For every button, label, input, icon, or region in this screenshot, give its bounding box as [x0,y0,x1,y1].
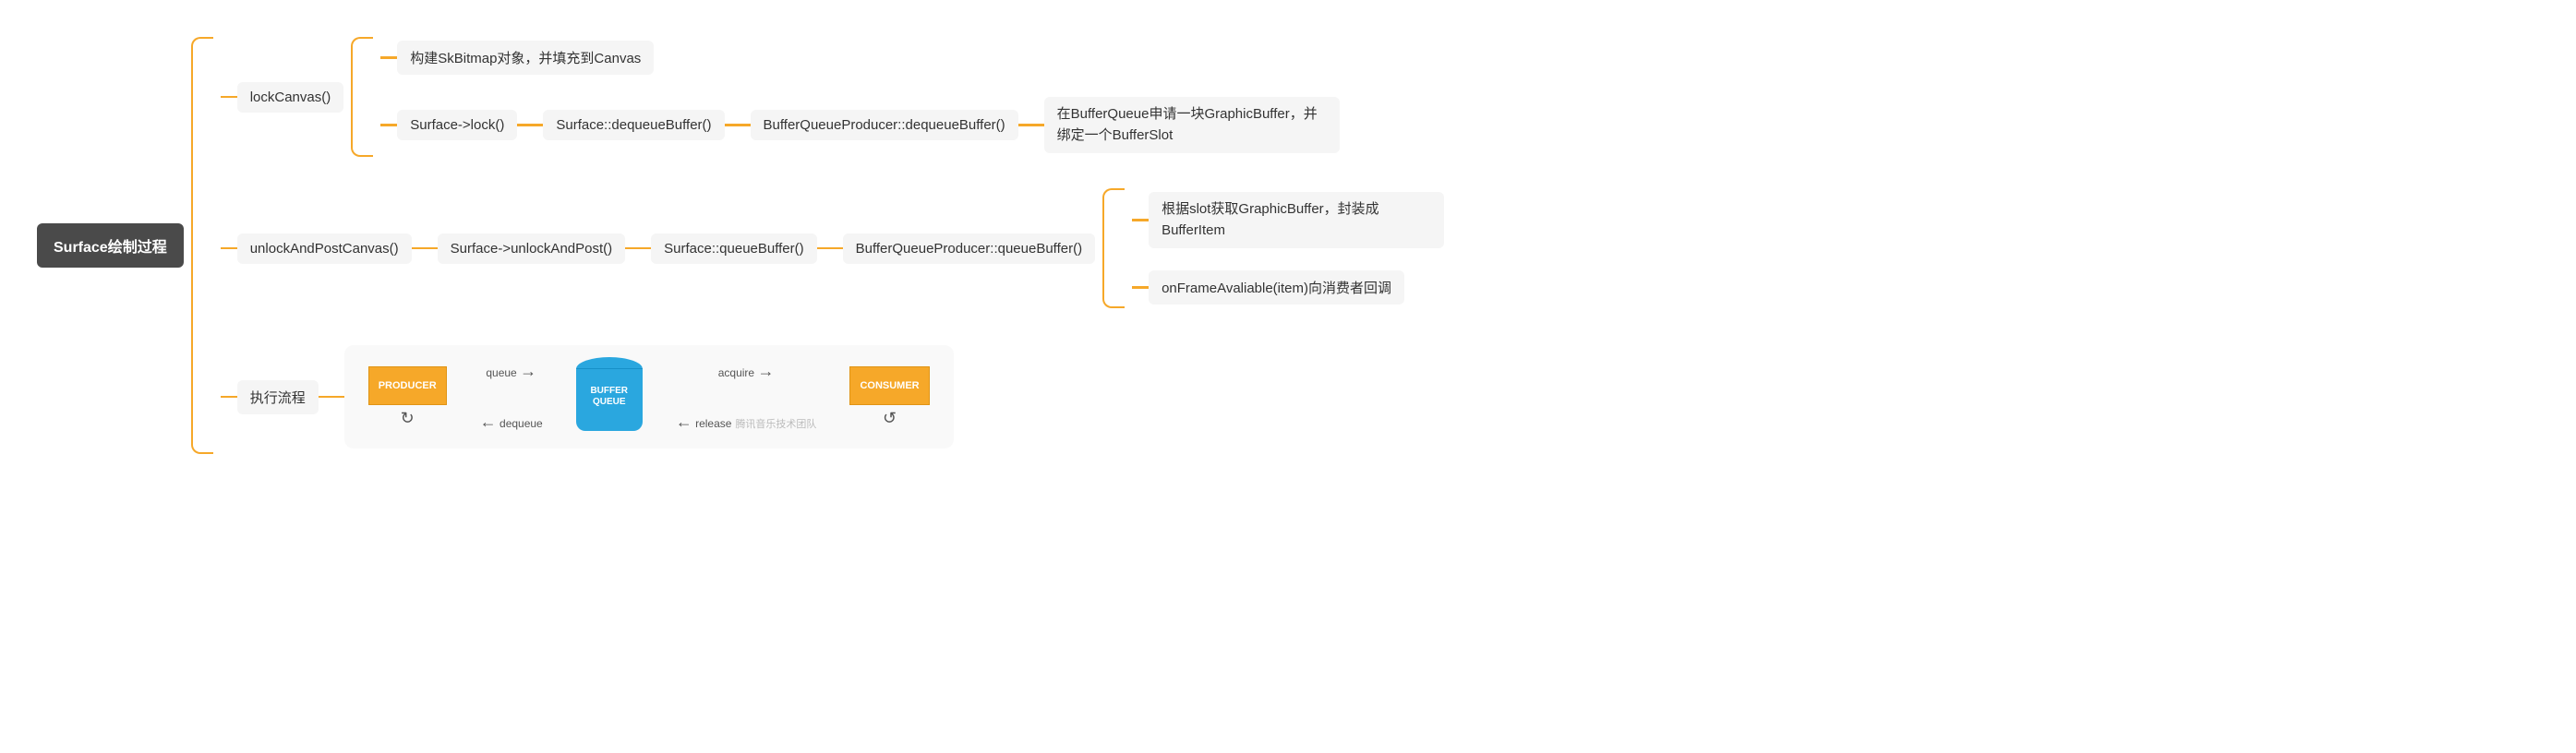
node-lockcanvas: lockCanvas() [237,82,344,113]
node-flow-label: 执行流程 [237,380,319,414]
row-surface-lock-chain: Surface->lock() Surface::dequeueBuffer()… [380,93,1339,157]
connector [517,124,543,126]
lockcanvas-children: 构建SkBitmap对象，并填充到Canvas Surface->lock() … [380,37,1339,157]
connector [1132,286,1149,289]
connector [412,247,438,250]
unlockpost-leaves: 根据slot获取GraphicBuffer，封装成BufferItem onFr… [1132,188,1444,308]
flow-producer-col: PRODUCER ↻ [368,366,447,428]
root-node: Surface绘制过程 [37,223,184,268]
mindmap-root-row: Surface绘制过程 lockCanvas() 构建SkBitmap对象，并填… [37,37,2539,454]
root-bracket [191,37,213,454]
root-children: lockCanvas() 构建SkBitmap对象，并填充到Canvas Sur… [221,37,1444,454]
node-surface-lock: Surface->lock() [397,110,517,140]
producer-box: PRODUCER [368,366,447,405]
connector [725,124,751,126]
unlockpost-bracket [1102,188,1125,308]
watermark-text: 腾讯音乐技术团队 [735,419,816,430]
lockcanvas-bracket [351,37,373,157]
connector [380,56,397,59]
node-wrap-bufferitem: 根据slot获取GraphicBuffer，封装成BufferItem [1149,192,1444,248]
branch-unlockpost: unlockAndPostCanvas() Surface->unlockAnd… [221,188,1444,308]
arrow-left-icon: ← [676,412,692,431]
node-onframe-callback: onFrameAvaliable(item)向消费者回调 [1149,270,1404,305]
arrow-left-icon: ← [480,412,497,431]
label-dequeue: ← dequeue [480,412,543,432]
consumer-box: CONSUMER [849,366,929,405]
connector [1132,219,1149,221]
flow-right-labels: acquire → ← release腾讯音乐技术团队 [676,362,817,432]
arrow-loop-icon: ↻ [401,409,415,428]
connector [817,247,843,250]
arrow-loop-icon: ↺ [883,409,897,428]
flow-left-labels: queue → ← dequeue [480,362,543,432]
node-unlockpost: unlockAndPostCanvas() [237,233,412,264]
flow-consumer-col: CONSUMER ↺ [849,366,929,428]
connector [625,247,651,250]
buffer-queue-label: BUFFER QUEUE [576,386,643,408]
connector [1018,124,1044,126]
branch-flow: 执行流程 PRODUCER ↻ queue → ← dequeue BUFFER… [221,340,1444,454]
node-surface-unlockandpost: Surface->unlockAndPost() [438,233,626,264]
connector [221,96,237,99]
label-queue: queue → [486,362,536,381]
node-skbitmap: 构建SkBitmap对象，并填充到Canvas [397,41,654,75]
row-wrap-bufferitem: 根据slot获取GraphicBuffer，封装成BufferItem [1132,188,1444,252]
node-bqp-dequeue: BufferQueueProducer::dequeueBuffer() [751,110,1018,140]
connector [221,247,237,250]
connector [380,124,397,126]
flow-diagram: PRODUCER ↻ queue → ← dequeue BUFFER QUEU… [344,345,954,448]
arrow-right-icon: → [757,362,774,380]
label-acquire: acquire → [718,362,775,381]
connector [221,396,237,399]
label-release: ← release腾讯音乐技术团队 [676,412,817,432]
connector [319,396,344,399]
node-alloc-graphicbuffer: 在BufferQueue申请一块GraphicBuffer，并绑定一个Buffe… [1044,97,1340,153]
node-surface-queuebuffer: Surface::queueBuffer() [651,233,816,264]
arrow-right-icon: → [520,362,536,380]
node-dequeue-buffer: Surface::dequeueBuffer() [543,110,724,140]
buffer-queue-cylinder: BUFFER QUEUE [576,363,643,431]
node-bqp-queuebuffer: BufferQueueProducer::queueBuffer() [843,233,1095,264]
branch-lockcanvas: lockCanvas() 构建SkBitmap对象，并填充到Canvas Sur… [221,37,1444,157]
row-skbitmap: 构建SkBitmap对象，并填充到Canvas [380,37,1339,78]
row-onframe: onFrameAvaliable(item)向消费者回调 [1132,267,1444,308]
